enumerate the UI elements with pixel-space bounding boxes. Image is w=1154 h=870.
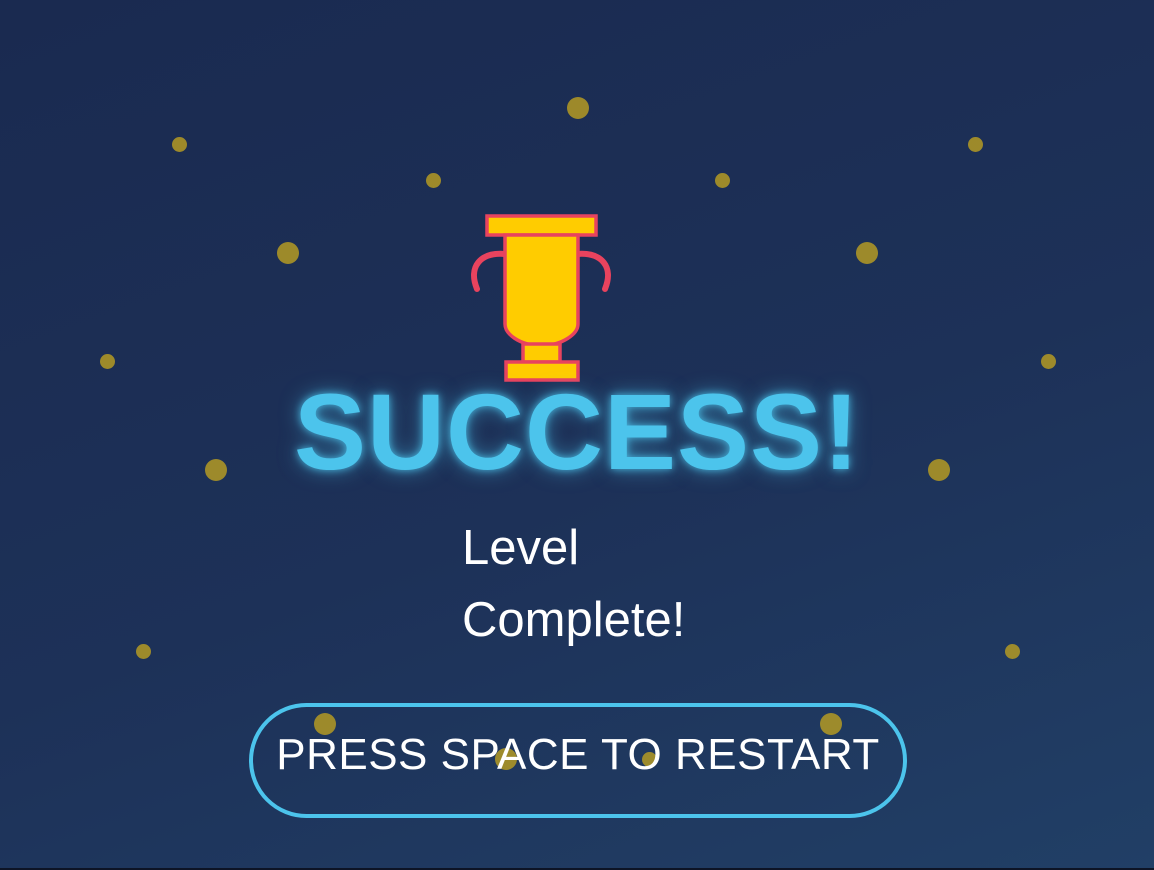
sparkle-dot [1005,644,1020,659]
level-complete-text: Level Complete! [462,521,686,647]
sparkle-dot [136,644,151,659]
sparkle-dot [277,242,299,264]
sparkle-dot [856,242,878,264]
sparkle-dot [567,97,589,119]
sparkle-dot [968,137,983,152]
sparkle-dot [100,354,115,369]
restart-button[interactable]: PRESS SPACE TO RESTART [249,703,907,818]
sparkle-dot [426,173,441,188]
sparkle-dot [172,137,187,152]
trophy-icon [468,212,616,387]
sparkle-dot [715,173,730,188]
sparkle-dot [1041,354,1056,369]
success-title: SUCCESS! [293,371,861,492]
restart-label: PRESS SPACE TO RESTART [276,729,880,779]
